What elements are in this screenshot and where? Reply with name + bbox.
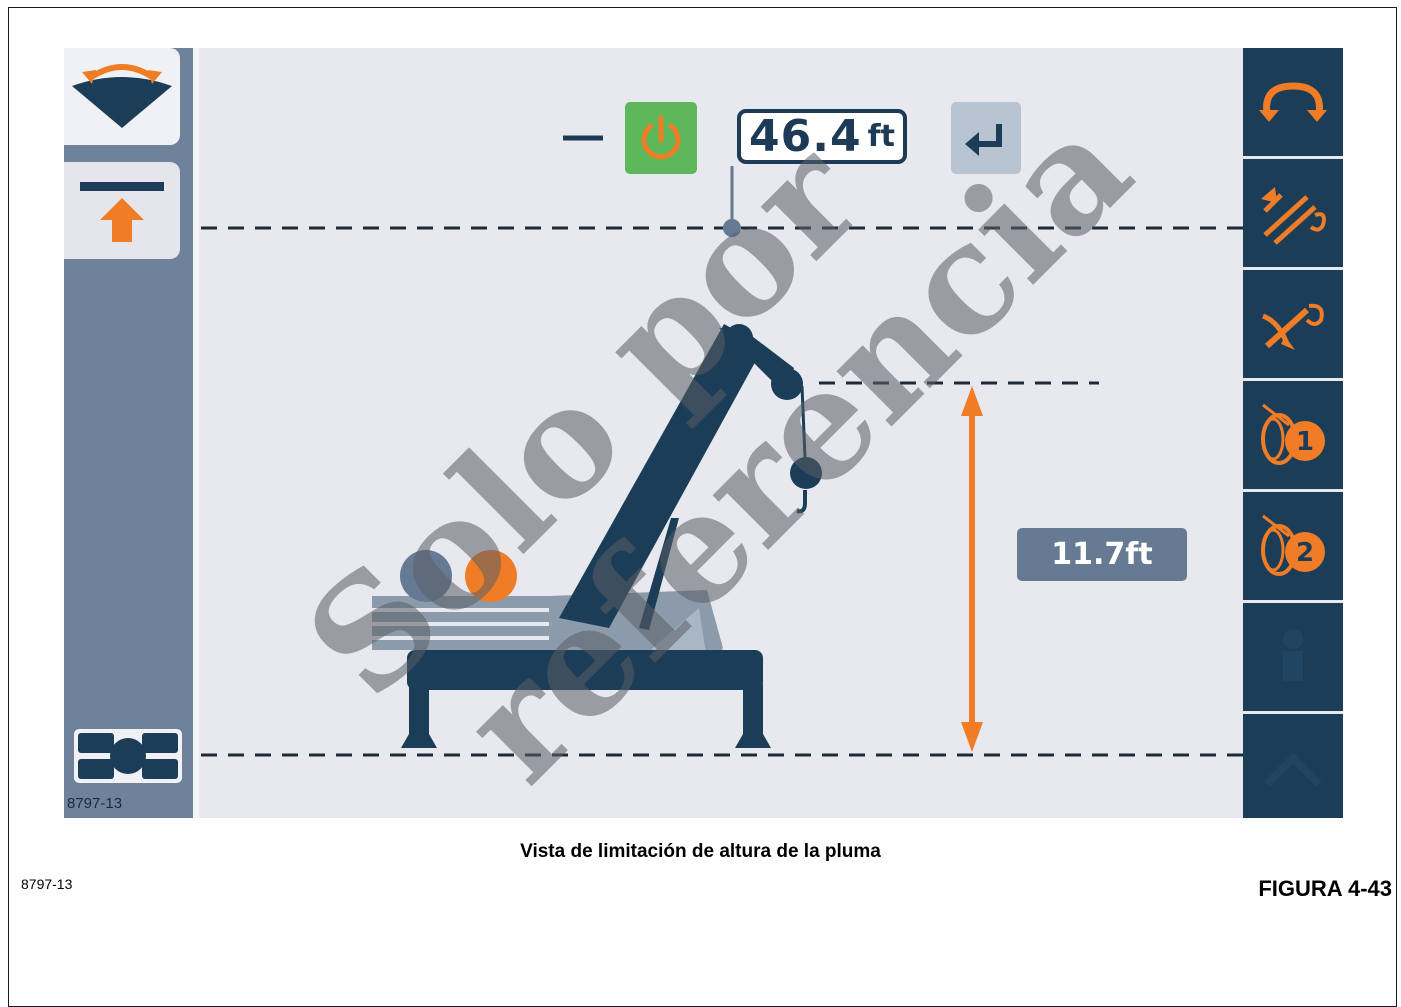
height-limit-button[interactable]: [64, 162, 180, 259]
current-height-badge: 11.7ft: [1017, 528, 1187, 581]
right-panel: 1 2: [1243, 48, 1343, 818]
figure-label: FIGURA 4-43: [1258, 876, 1392, 901]
outrigger-icon: [74, 729, 182, 783]
counterweight-plate: [372, 612, 550, 622]
boom-extend-icon: [1261, 187, 1326, 245]
winch-2-number: 2: [1296, 538, 1314, 568]
height-limit-icon: [80, 182, 164, 242]
height-arrow-top: [961, 386, 983, 416]
left-panel: 8797-13: [64, 48, 193, 818]
boom-extend-button[interactable]: [1243, 159, 1343, 267]
power-icon: [641, 115, 681, 160]
image-code-label: 8797-13: [67, 795, 123, 812]
blank-icon: [1264, 752, 1322, 787]
counterweight-plate: [372, 640, 550, 650]
main-area: 46.4 ft 11.7ft: [199, 48, 1243, 818]
height-limit-unit: ft: [867, 119, 895, 154]
boom-top-pivot: [725, 324, 753, 352]
outrigger-leg-right: [743, 684, 763, 734]
counterweight-plate: [372, 626, 550, 636]
winch-2-icon: 2: [1261, 514, 1325, 576]
carrier-frame: [407, 650, 763, 690]
swing-range-button[interactable]: [64, 48, 180, 145]
crane-display-screen: 8797-13 46.4 ft 11.7ft 1 2: [64, 48, 1343, 818]
figure-caption: Vista de limitación de altura de la plum…: [520, 841, 881, 862]
outrigger-pad-right: [735, 734, 771, 748]
limit-marker-dot: [723, 219, 741, 237]
winch-1-number: 1: [1296, 427, 1314, 457]
hook: [796, 490, 807, 514]
blank-icon: [1283, 629, 1303, 681]
height-arrow-bottom: [961, 722, 983, 752]
boom-lift-button[interactable]: [1243, 270, 1343, 378]
outrigger-button[interactable]: [72, 727, 184, 785]
boom-lift-icon: [1262, 303, 1324, 350]
hook-block: [790, 457, 822, 489]
outrigger-leg-left: [409, 684, 429, 734]
winch-1-icon: 1: [1261, 403, 1325, 465]
swing-icon: [1259, 82, 1327, 122]
height-limit-value[interactable]: 46.4 ft: [737, 109, 907, 164]
blank-button-1[interactable]: [1243, 603, 1343, 711]
hoist-cable: [800, 385, 807, 459]
winch-2-button[interactable]: 2: [1243, 492, 1343, 600]
crane-diagram: [201, 135, 1243, 757]
winch-1-button[interactable]: 1: [1243, 381, 1343, 489]
blank-button-2[interactable]: [1243, 714, 1343, 818]
counterweight-ball-gray: [400, 550, 452, 602]
height-limit-number: 46.4: [749, 111, 862, 162]
outrigger-pad-left: [401, 734, 437, 748]
swing-range-icon: [72, 64, 172, 128]
counterweight-plate: [372, 596, 550, 608]
counterweight-ball-orange: [465, 550, 517, 602]
figure-code: 8797-13: [21, 876, 73, 892]
enter-button[interactable]: [951, 102, 1021, 174]
swing-button[interactable]: [1243, 48, 1343, 156]
enter-icon: [965, 124, 1002, 156]
boom-sheave: [771, 368, 803, 400]
limit-power-button[interactable]: [625, 102, 697, 174]
